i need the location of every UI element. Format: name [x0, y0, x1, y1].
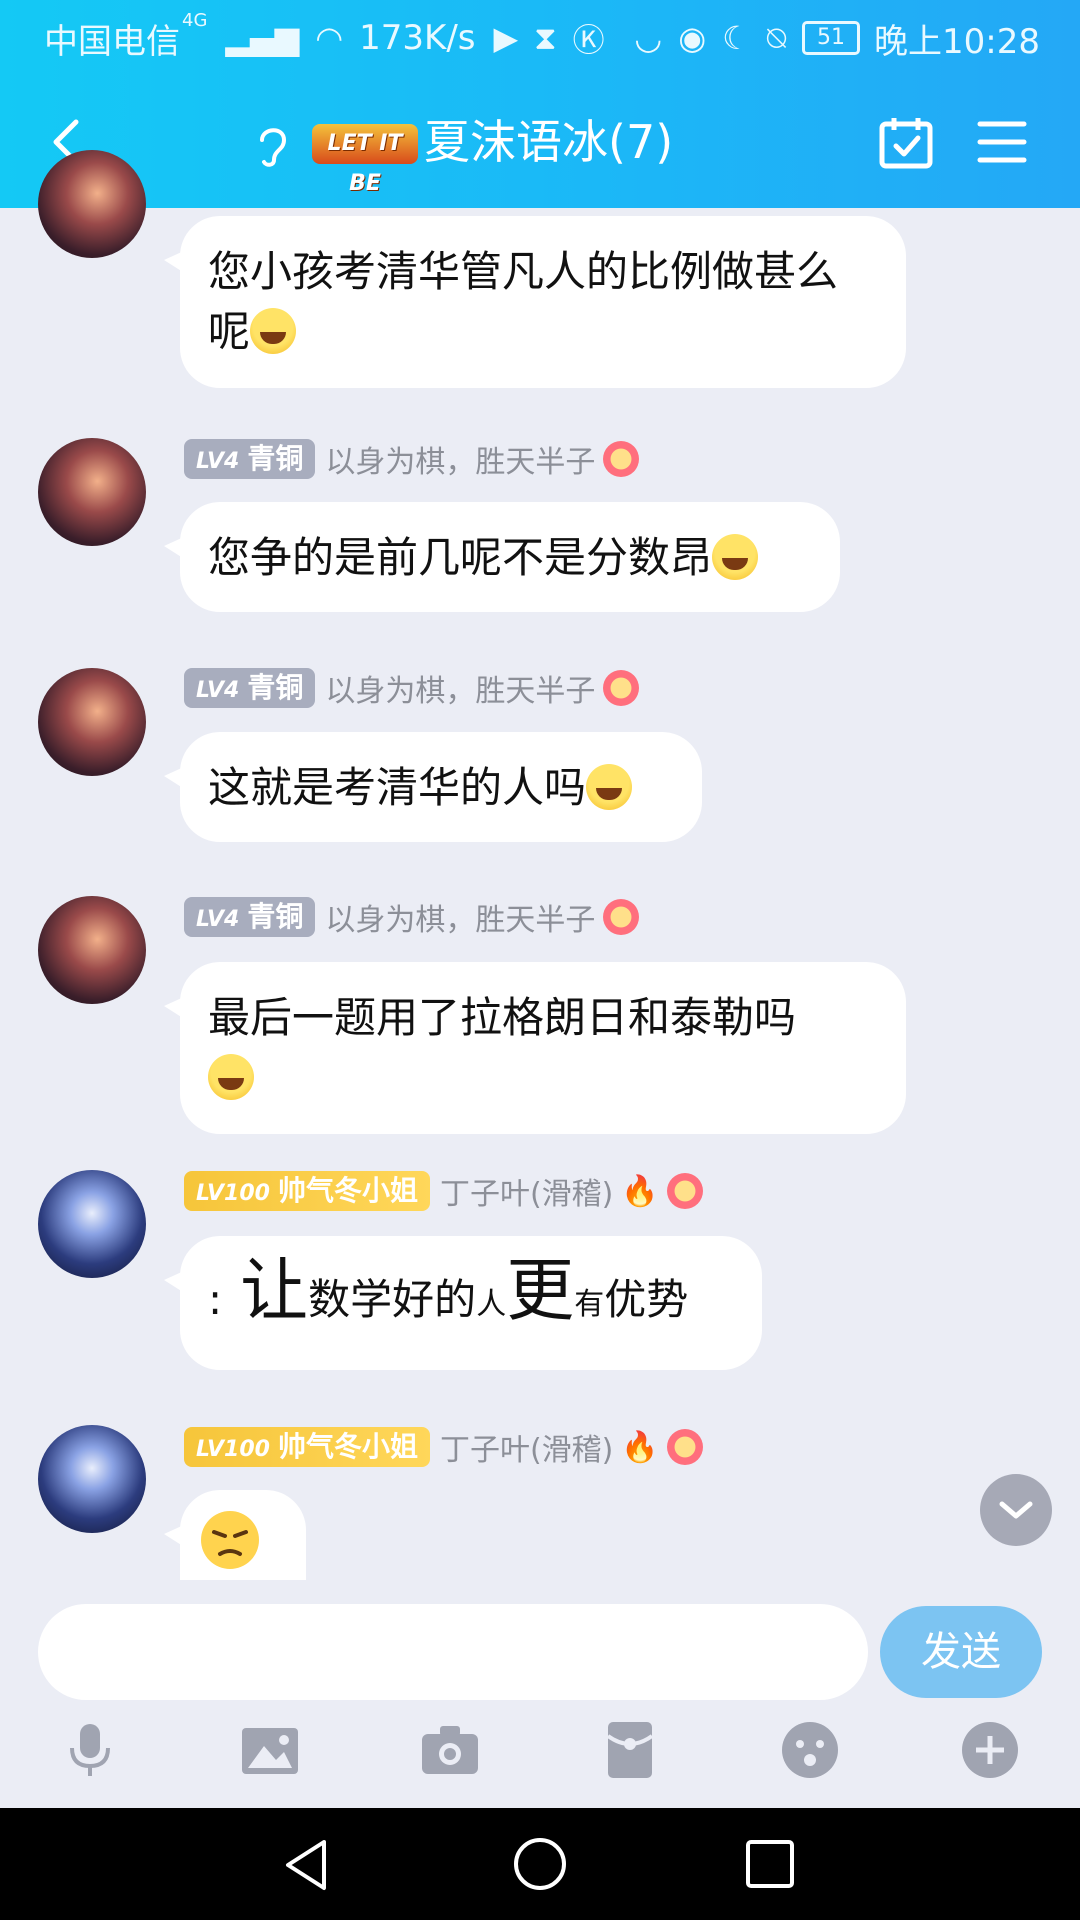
- grin-emoji-icon: [712, 534, 759, 580]
- flower-badge-icon: [603, 441, 640, 477]
- rank-label: 青铜: [247, 900, 304, 933]
- calendar-check-icon[interactable]: [878, 114, 934, 170]
- eye-icon: ◉: [678, 19, 707, 57]
- message-text-part: 优势: [604, 1275, 689, 1324]
- level-badge: LV4 青铜: [184, 897, 316, 937]
- message-bubble[interactable]: 您小孩考清华管凡人的比例做甚么呢: [164, 216, 906, 388]
- system-nav-bar: [0, 1808, 1080, 1920]
- grin-emoji-icon: [250, 308, 297, 354]
- message-text-part: :: [208, 1275, 223, 1324]
- level-badge: LV100 帅气冬小姐: [184, 1171, 430, 1211]
- sender-name[interactable]: 以身为棋，胜天半子: [325, 666, 595, 710]
- message-text-part: 更: [506, 1252, 575, 1331]
- sender-meta: LV100 帅气冬小姐 丁子叶(滑稽) 🔥: [184, 1169, 703, 1213]
- message-text: 您争的是前几呢不是分数昂: [208, 533, 713, 582]
- headset-icon: ◡: [634, 19, 663, 57]
- sender-meta: LV100 帅气冬小姐 丁子叶(滑稽) 🔥: [184, 1425, 703, 1469]
- message-bubble[interactable]: 最后一题用了拉格朗日和泰勒吗: [164, 962, 906, 1134]
- nav-recents-icon[interactable]: [744, 1838, 796, 1890]
- avatar[interactable]: [38, 668, 146, 776]
- plus-icon[interactable]: [960, 1720, 1020, 1780]
- message-text-part: 数学好的: [308, 1275, 477, 1324]
- nav-back-icon[interactable]: [280, 1838, 334, 1892]
- rank-label: 青铜: [247, 671, 304, 704]
- message-text: 这就是考清华的人吗: [208, 763, 587, 812]
- emoji-face-icon[interactable]: [780, 1720, 840, 1780]
- red-packet-icon[interactable]: [600, 1720, 660, 1780]
- ear-icon[interactable]: [252, 120, 292, 168]
- flower-badge-icon: [603, 670, 640, 706]
- sender-name[interactable]: 丁子叶(滑稽): [440, 1425, 613, 1469]
- battery-icon: 51: [802, 21, 861, 55]
- chat-title[interactable]: 夏沫语冰(7): [424, 110, 673, 174]
- nav-home-icon[interactable]: [512, 1836, 568, 1892]
- level-label: LV100: [196, 1437, 270, 1462]
- sender-name[interactable]: 以身为棋，胜天半子: [325, 437, 595, 481]
- avatar[interactable]: [38, 1170, 146, 1278]
- flower-badge-icon: [666, 1173, 703, 1209]
- flower-badge-icon: [666, 1429, 703, 1465]
- scroll-down-button[interactable]: [980, 1474, 1052, 1546]
- message-bubble[interactable]: 这就是考清华的人吗: [164, 732, 702, 842]
- fire-icon: 🔥: [621, 1429, 659, 1465]
- signal-icon: ▂▄▆: [225, 19, 300, 57]
- status-bar: 中国电信 4G ▂▄▆ ◠ 173K/s ▶ ⧗ Ⓚ ◡ ◉ ☾ ⍉ 51 晚上…: [44, 10, 1040, 66]
- nav-bar: LET IT BE 夏沫语冰(7): [0, 100, 1080, 196]
- chevron-down-icon: [999, 1501, 1033, 1519]
- avatar[interactable]: [38, 896, 146, 1004]
- image-icon[interactable]: [240, 1720, 300, 1780]
- grin-emoji-icon: [208, 1054, 254, 1100]
- annoyed-face-icon: [201, 1511, 259, 1569]
- network-label: 4G: [182, 10, 208, 31]
- carrier-label: 中国电信: [44, 21, 180, 62]
- sender-meta: LV4 青铜 以身为棋，胜天半子: [184, 666, 640, 710]
- message-bubble[interactable]: [164, 1490, 306, 1580]
- microphone-icon[interactable]: [60, 1720, 120, 1780]
- level-badge: LV100 帅气冬小姐: [184, 1427, 430, 1467]
- message-bubble[interactable]: 您争的是前几呢不是分数昂: [164, 502, 840, 612]
- flower-badge-icon: [603, 899, 640, 935]
- speed-label: 173K/s: [359, 18, 476, 58]
- rank-label: 帅气冬小姐: [277, 1174, 418, 1207]
- level-label: LV4: [196, 907, 240, 932]
- input-toolbar: [0, 1720, 1080, 1808]
- sender-name[interactable]: 以身为棋，胜天半子: [325, 895, 595, 939]
- level-label: LV4: [196, 678, 240, 703]
- camera-icon[interactable]: [420, 1720, 480, 1780]
- rank-label: 青铜: [247, 442, 304, 475]
- avatar[interactable]: [38, 1425, 146, 1533]
- app-header: 中国电信 4G ▂▄▆ ◠ 173K/s ▶ ⧗ Ⓚ ◡ ◉ ☾ ⍉ 51 晚上…: [0, 0, 1080, 208]
- k-icon: Ⓚ: [572, 21, 605, 59]
- fire-icon: 🔥: [621, 1173, 659, 1209]
- grin-emoji-icon: [586, 764, 633, 810]
- sender-meta: LV4 青铜 以身为棋，胜天半子: [184, 895, 640, 939]
- sender-meta: LV4 青铜 以身为棋，胜天半子: [184, 437, 640, 481]
- message-text: 您小孩考清华管凡人的比例做甚么呢: [208, 247, 839, 356]
- sender-name[interactable]: 丁子叶(滑稽): [440, 1169, 613, 1213]
- level-badge: LV4 青铜: [184, 668, 316, 708]
- send-button[interactable]: 发送: [880, 1606, 1042, 1698]
- group-logo: LET IT BE: [312, 124, 418, 196]
- play-icon: ▶: [493, 19, 519, 57]
- rank-label: 帅气冬小姐: [277, 1430, 418, 1463]
- clock-label: 晚上10:28: [874, 21, 1040, 62]
- wifi-icon: ◠: [315, 19, 344, 57]
- message-input[interactable]: [38, 1604, 868, 1700]
- moon-icon: ☾: [722, 19, 751, 57]
- avatar[interactable]: [38, 150, 146, 258]
- level-badge: LV4 青铜: [184, 439, 316, 479]
- level-label: LV4: [196, 449, 240, 474]
- message-text-part: 让: [240, 1252, 309, 1331]
- hourglass-icon: ⧗: [534, 18, 557, 57]
- level-label: LV100: [196, 1181, 270, 1206]
- menu-icon[interactable]: [976, 116, 1028, 168]
- message-text-part: 有: [574, 1287, 605, 1322]
- mute-bell-icon: ⍉: [766, 18, 787, 57]
- avatar[interactable]: [38, 438, 146, 546]
- message-bubble[interactable]: : 让数学好的人更有优势: [164, 1236, 762, 1370]
- message-text-part: 人: [476, 1287, 507, 1322]
- message-text: 最后一题用了拉格朗日和泰勒吗: [208, 993, 797, 1042]
